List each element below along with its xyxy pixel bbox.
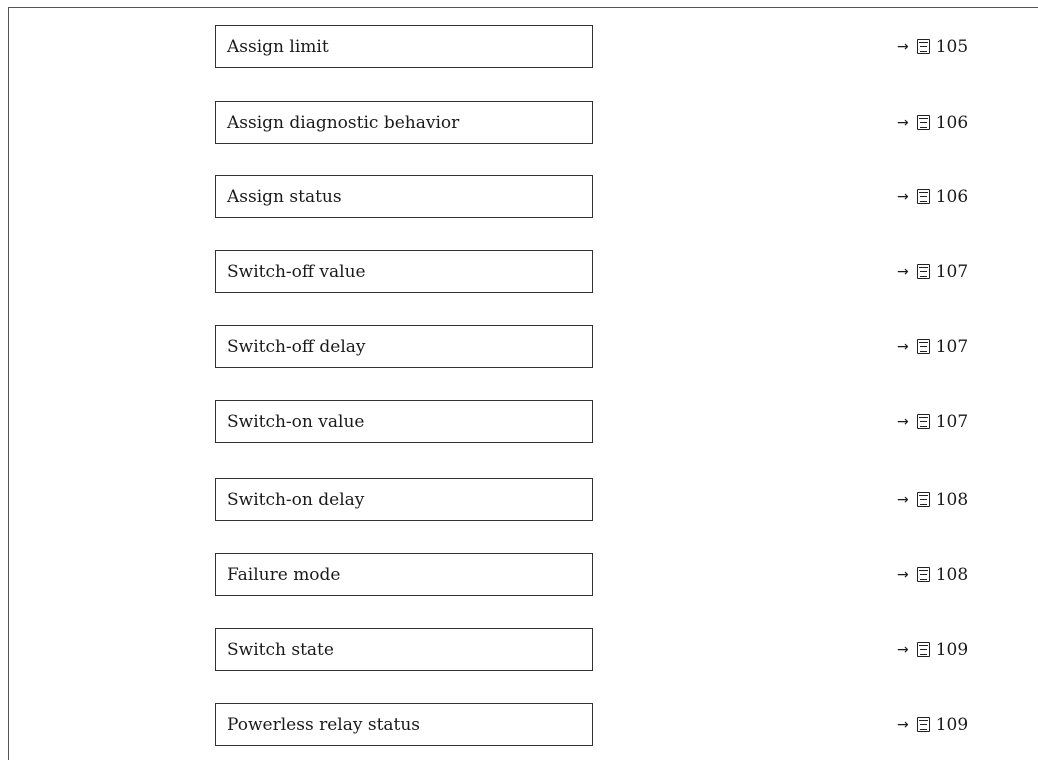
page-reference-link[interactable]: → 109 (897, 628, 968, 671)
parameter-label: Powerless relay status (227, 714, 421, 735)
arrow-right-icon: → (897, 491, 909, 508)
parameter-box: Switch-on value (215, 400, 593, 443)
page-reference-icon (916, 492, 930, 507)
parameter-label: Assign status (227, 186, 342, 207)
parameter-row: Switch-off delay → 107 (0, 325, 1038, 370)
parameter-row: Assign diagnostic behavior → 106 (0, 101, 1038, 146)
arrow-right-icon: → (897, 716, 909, 733)
parameter-label: Failure mode (227, 564, 341, 585)
parameter-label: Switch-on value (227, 411, 365, 432)
parameter-row: Failure mode → 108 (0, 553, 1038, 598)
parameter-list: Assign limit → 105 Assign diagnostic beh… (0, 0, 1038, 760)
parameter-box: Assign diagnostic behavior (215, 101, 593, 144)
parameter-row: Assign status → 106 (0, 175, 1038, 220)
arrow-right-icon: → (897, 114, 909, 131)
parameter-label: Switch-on delay (227, 489, 365, 510)
parameter-box: Failure mode (215, 553, 593, 596)
parameter-box: Switch-off delay (215, 325, 593, 368)
parameter-label: Switch-off value (227, 261, 366, 282)
page-reference-link[interactable]: → 106 (897, 175, 968, 218)
page-number: 108 (935, 489, 969, 510)
page-number: 108 (935, 564, 969, 585)
arrow-right-icon: → (897, 188, 909, 205)
arrow-right-icon: → (897, 641, 909, 658)
parameter-row: Powerless relay status → 109 (0, 703, 1038, 748)
page-reference-link[interactable]: → 107 (897, 325, 968, 368)
parameter-box: Switch-off value (215, 250, 593, 293)
parameter-row: Switch state → 109 (0, 628, 1038, 673)
page-number: 107 (935, 336, 969, 357)
page-reference-icon (916, 115, 930, 130)
page-reference-icon (916, 642, 930, 657)
parameter-box: Switch-on delay (215, 478, 593, 521)
page-reference-link[interactable]: → 108 (897, 553, 968, 596)
arrow-right-icon: → (897, 263, 909, 280)
page-reference-icon (916, 264, 930, 279)
parameter-row: Switch-off value → 107 (0, 250, 1038, 295)
parameter-row: Switch-on delay → 108 (0, 478, 1038, 523)
page-number: 105 (935, 36, 969, 57)
page-number: 107 (935, 261, 969, 282)
page-reference-link[interactable]: → 105 (897, 25, 968, 68)
page-number: 106 (935, 186, 969, 207)
page-reference-link[interactable]: → 106 (897, 101, 968, 144)
page-reference-link[interactable]: → 107 (897, 400, 968, 443)
parameter-label: Assign limit (227, 36, 329, 57)
parameter-box: Powerless relay status (215, 703, 593, 746)
page-reference-icon (916, 39, 930, 54)
page-reference-link[interactable]: → 108 (897, 478, 968, 521)
page-number: 107 (935, 411, 969, 432)
page-number: 109 (935, 639, 969, 660)
parameter-box: Assign status (215, 175, 593, 218)
parameter-label: Assign diagnostic behavior (227, 112, 460, 133)
page-reference-icon (916, 414, 930, 429)
page-reference-link[interactable]: → 109 (897, 703, 968, 746)
page-reference-link[interactable]: → 107 (897, 250, 968, 293)
parameter-box: Switch state (215, 628, 593, 671)
parameter-label: Switch state (227, 639, 334, 660)
arrow-right-icon: → (897, 413, 909, 430)
page-reference-icon (916, 567, 930, 582)
page-number: 106 (935, 112, 969, 133)
page-number: 109 (935, 714, 969, 735)
page-reference-icon (916, 717, 930, 732)
parameter-box: Assign limit (215, 25, 593, 68)
page-reference-icon (916, 339, 930, 354)
arrow-right-icon: → (897, 566, 909, 583)
page-reference-icon (916, 189, 930, 204)
parameter-row: Assign limit → 105 (0, 25, 1038, 70)
parameter-row: Switch-on value → 107 (0, 400, 1038, 445)
arrow-right-icon: → (897, 38, 909, 55)
arrow-right-icon: → (897, 338, 909, 355)
parameter-label: Switch-off delay (227, 336, 366, 357)
